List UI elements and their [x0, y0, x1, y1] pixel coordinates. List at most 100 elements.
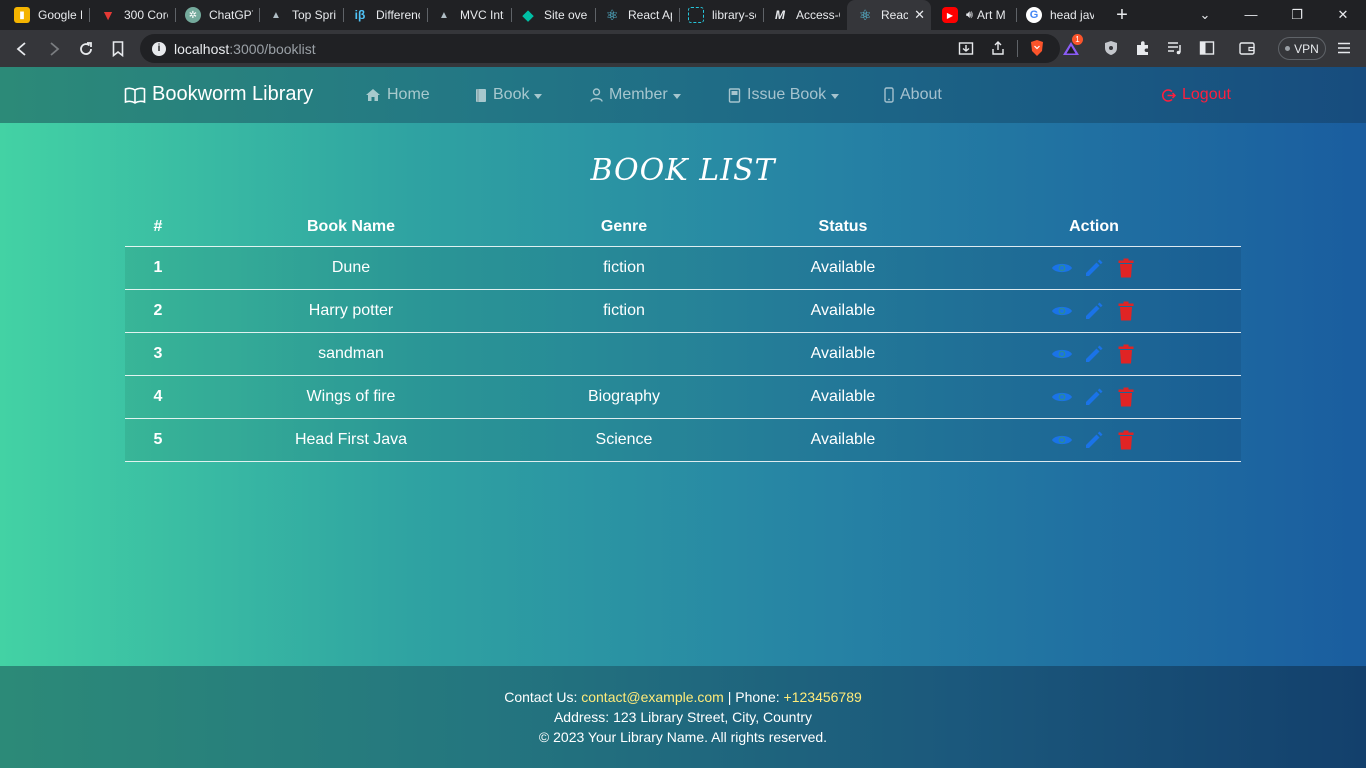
logout-button[interactable]: Logout: [1161, 86, 1231, 104]
table-row: 2 Harry potter fiction Available: [125, 290, 1241, 333]
vpn-button[interactable]: VPN: [1278, 37, 1326, 60]
page-title: BOOK LIST: [590, 153, 776, 188]
row-actions: [949, 376, 1239, 418]
browser-tab[interactable]: ▶ 🔊︎ Art M: [932, 0, 1016, 30]
tab-title: React: [881, 8, 909, 22]
browser-tab-active[interactable]: ⚛ React ✕: [847, 0, 931, 30]
book-genre: Science: [595, 431, 653, 448]
tab-search-icon[interactable]: ⌄: [1182, 0, 1228, 30]
book-genre: Biography: [587, 388, 661, 405]
address-bar[interactable]: i localhost:3000/booklist: [140, 34, 1060, 63]
logout-icon: [1161, 88, 1176, 102]
close-window-button[interactable]: ✕: [1320, 0, 1366, 30]
edit-pencil-icon[interactable]: [1083, 429, 1105, 451]
footer-email-link[interactable]: contact@example.com: [581, 689, 724, 705]
tab-title: head java: [1050, 8, 1094, 22]
brand-name: Bookworm Library: [152, 83, 314, 105]
nav-book-dropdown[interactable]: Book: [475, 86, 543, 104]
page-footer: Contact Us: contact@example.com | Phone:…: [0, 666, 1366, 768]
nav-about[interactable]: About: [884, 86, 942, 104]
browser-tab[interactable]: iβ Differenc: [342, 0, 426, 30]
share-icon[interactable]: [989, 39, 1007, 57]
caret-down-icon: [534, 93, 543, 99]
view-eye-icon[interactable]: [1051, 429, 1073, 451]
delete-trash-icon[interactable]: [1115, 429, 1137, 451]
site-info-icon[interactable]: i: [152, 41, 166, 56]
install-app-icon[interactable]: [957, 39, 975, 57]
chatgpt-icon: ✲: [185, 7, 201, 23]
table-row: 1 Dune fiction Available: [125, 247, 1241, 290]
delete-trash-icon[interactable]: [1115, 386, 1137, 408]
row-actions: [949, 247, 1239, 289]
edit-pencil-icon[interactable]: [1083, 386, 1105, 408]
edit-pencil-icon[interactable]: [1083, 300, 1105, 322]
view-eye-icon[interactable]: [1051, 257, 1073, 279]
table-row: 3 sandman Available: [125, 333, 1241, 376]
ib-icon: iβ: [354, 8, 366, 22]
open-book-icon: [124, 87, 146, 104]
browser-tab[interactable]: G head java: [1016, 0, 1100, 30]
browser-tab[interactable]: ◆ Site over: [510, 0, 594, 30]
view-eye-icon[interactable]: [1051, 343, 1073, 365]
view-eye-icon[interactable]: [1051, 300, 1073, 322]
forward-button[interactable]: [43, 38, 65, 60]
footer-phone-link[interactable]: +123456789: [784, 689, 862, 705]
tab-title: ChatGPT: [209, 8, 253, 22]
url-path: :3000/booklist: [229, 40, 316, 57]
wallet-icon[interactable]: [1238, 39, 1256, 57]
minimize-button[interactable]: —: [1228, 0, 1274, 30]
browser-tab[interactable]: ▮ Google K: [4, 0, 88, 30]
close-tab-icon[interactable]: ✕: [914, 7, 925, 23]
media-playlist-icon[interactable]: [1166, 39, 1184, 57]
browser-menu-icon[interactable]: [1335, 39, 1353, 57]
view-eye-icon[interactable]: [1051, 386, 1073, 408]
tab-title: 300 Core: [124, 8, 168, 22]
edit-pencil-icon[interactable]: [1083, 343, 1105, 365]
table-row: 4 Wings of fire Biography Available: [125, 376, 1241, 419]
browser-tab[interactable]: ▼ 300 Core: [90, 0, 174, 30]
nav-issue-book-dropdown[interactable]: Issue Book: [728, 86, 840, 104]
audio-playing-icon[interactable]: 🔊︎: [966, 9, 973, 22]
restore-button[interactable]: ❐: [1274, 0, 1320, 30]
browser-tab[interactable]: ✲ ChatGPT: [175, 0, 259, 30]
sidebar-toggle-icon[interactable]: [1198, 39, 1216, 57]
brave-shields-icon[interactable]: [1028, 39, 1046, 57]
m-logo-icon: M: [775, 8, 785, 22]
nav-about-label: About: [900, 86, 942, 103]
book-genre: fiction: [603, 259, 645, 276]
delete-trash-icon[interactable]: [1115, 343, 1137, 365]
extensions-puzzle-icon[interactable]: [1134, 39, 1152, 57]
journal-icon: [728, 87, 741, 103]
browser-tab[interactable]: ▲ Top Sprin: [258, 0, 342, 30]
edit-pencil-icon[interactable]: [1083, 257, 1105, 279]
shield-extension-icon[interactable]: [1102, 39, 1120, 57]
header-action: Action: [1069, 217, 1119, 235]
book-list-table: # Book Name Genre Status Action 1 Dune f…: [125, 207, 1241, 462]
footer-contact-label: Contact Us:: [504, 689, 582, 705]
nav-member-dropdown[interactable]: Member: [590, 86, 681, 104]
page-content: Bookworm Library Home Book Member Issue …: [0, 67, 1366, 768]
brave-rewards-icon[interactable]: 1: [1062, 34, 1083, 57]
book-name: Head First Java: [294, 431, 408, 448]
tab-title: Site over: [544, 8, 588, 22]
book-name: sandman: [318, 345, 384, 362]
delete-trash-icon[interactable]: [1115, 300, 1137, 322]
book-status: Available: [810, 431, 876, 448]
tab-title: Art M: [976, 8, 1006, 22]
back-button[interactable]: [11, 38, 33, 60]
brand-link[interactable]: Bookworm Library: [124, 83, 313, 106]
new-tab-button[interactable]: +: [1112, 3, 1132, 27]
toolbar-divider: [1017, 40, 1018, 57]
browser-tab[interactable]: ▲ MVC Inte: [426, 0, 510, 30]
bookmark-icon[interactable]: [107, 38, 129, 60]
react-icon: ⚛: [605, 6, 619, 23]
browser-tab[interactable]: library-se: [678, 0, 762, 30]
caret-down-icon: [672, 93, 681, 99]
book-genre: [511, 333, 737, 375]
footer-address: Address: 123 Library Street, City, Count…: [553, 709, 813, 725]
reload-button[interactable]: [75, 38, 97, 60]
delete-trash-icon[interactable]: [1115, 257, 1137, 279]
nav-home[interactable]: Home: [365, 86, 430, 104]
browser-tab[interactable]: M Access-C: [762, 0, 846, 30]
browser-tab[interactable]: ⚛ React Ap: [594, 0, 678, 30]
